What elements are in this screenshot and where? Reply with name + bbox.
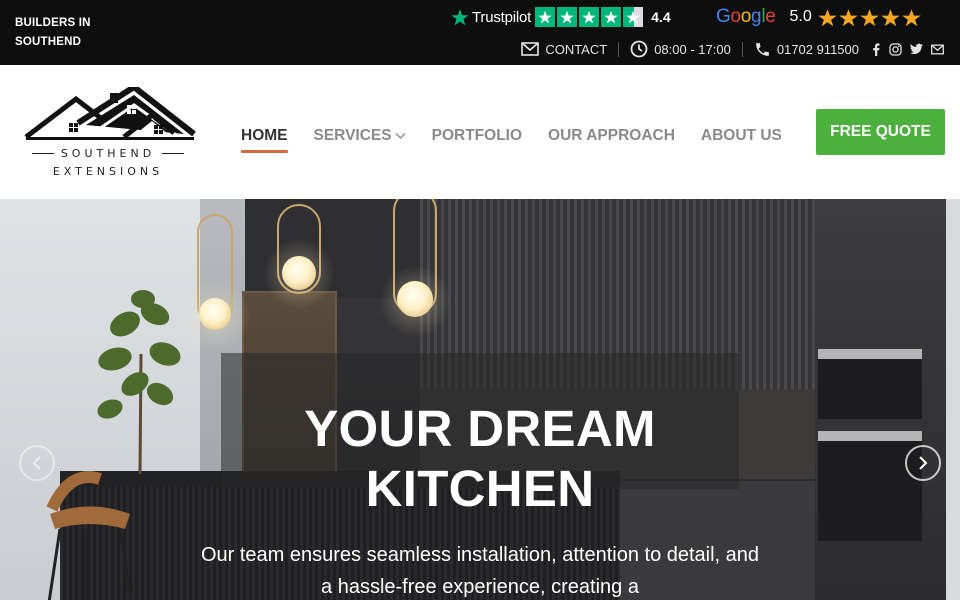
site-logo[interactable]: SOUTHEND EXTENSIONS: [24, 83, 196, 179]
trustpilot-wordmark: Trustpilot: [472, 8, 532, 26]
logo-text-extensions: EXTENSIONS: [52, 165, 164, 178]
divider: [618, 41, 620, 57]
hours-text: 08:00 - 17:00: [654, 41, 731, 57]
google-star-icon: [818, 8, 837, 26]
nav-our-approach[interactable]: OUR APPROACH: [548, 123, 675, 149]
contact-link[interactable]: CONTACT: [521, 42, 607, 57]
trustpilot-half-star: [623, 7, 644, 27]
nav-portfolio[interactable]: PORTFOLIO: [432, 123, 522, 149]
trustpilot-score: 4.4: [651, 9, 671, 25]
nav-services[interactable]: SERVICES: [314, 123, 406, 149]
clock-icon: [630, 40, 648, 58]
trustpilot-star: [557, 7, 578, 27]
logo-text-southend: SOUTHEND: [60, 147, 156, 160]
phone-icon: [755, 42, 769, 56]
facebook-icon[interactable]: [871, 42, 881, 56]
house-roofs-icon: [24, 83, 196, 140]
email-icon[interactable]: [931, 44, 944, 55]
twitter-icon[interactable]: [910, 43, 923, 55]
nav-services-label: SERVICES: [313, 127, 392, 144]
google-logo: Google: [716, 6, 776, 27]
divider: [741, 41, 743, 57]
trustpilot-stars: [535, 7, 644, 27]
nav-home[interactable]: HOME: [241, 123, 288, 153]
hero-slider: YOUR DREAM KITCHEN Our team ensures seam…: [0, 199, 960, 600]
main-nav: HOME SERVICES PORTFOLIO OUR APPROACH ABO…: [241, 123, 808, 153]
trustpilot-rating[interactable]: Trustpilot 4.4: [451, 6, 671, 28]
hero-description: Our team ensures seamless installation, …: [200, 544, 760, 598]
google-rating[interactable]: Google 5.0: [716, 6, 921, 28]
google-star-icon: [881, 8, 900, 26]
trustpilot-star: [535, 7, 556, 27]
tagline: BUILDERS IN SOUTHEND: [15, 17, 91, 48]
envelope-icon: [521, 42, 540, 56]
slider-next-button[interactable]: [905, 445, 941, 481]
hero-title: YOUR DREAM KITCHEN: [180, 399, 780, 519]
opening-hours[interactable]: 08:00 - 17:00: [630, 40, 731, 58]
hero-title-line: KITCHEN: [365, 460, 595, 517]
contact-row: CONTACT 08:00 - 17:00 01702 911500: [521, 40, 944, 58]
free-quote-button[interactable]: FREE QUOTE: [816, 109, 945, 155]
nav-about-us[interactable]: ABOUT US: [701, 123, 782, 149]
site-header: SOUTHEND EXTENSIONS HOME SERVICES PORTFO…: [0, 65, 960, 199]
slider-prev-button[interactable]: [19, 445, 55, 481]
instagram-icon[interactable]: [889, 42, 902, 56]
chevron-down-icon: [395, 133, 406, 139]
phone-link[interactable]: 01702 911500: [754, 41, 859, 58]
trustpilot-star: [601, 7, 622, 27]
trustpilot-star-icon: [451, 9, 469, 26]
hero-title-line: YOUR DREAM: [304, 400, 656, 457]
contact-label: CONTACT: [545, 41, 608, 57]
top-bar: BUILDERS IN SOUTHEND Trustpilot 4.4 Goog…: [0, 0, 960, 65]
chevron-right-icon: [919, 456, 928, 470]
google-score: 5.0: [789, 8, 812, 25]
google-star-icon: [860, 8, 879, 26]
trustpilot-star: [579, 7, 600, 27]
google-star-icon: [839, 8, 858, 26]
chevron-left-icon: [32, 456, 41, 470]
google-stars: [818, 8, 921, 27]
phone-number: 01702 911500: [776, 41, 859, 57]
social-links: [871, 42, 944, 56]
google-star-icon: [902, 8, 921, 26]
